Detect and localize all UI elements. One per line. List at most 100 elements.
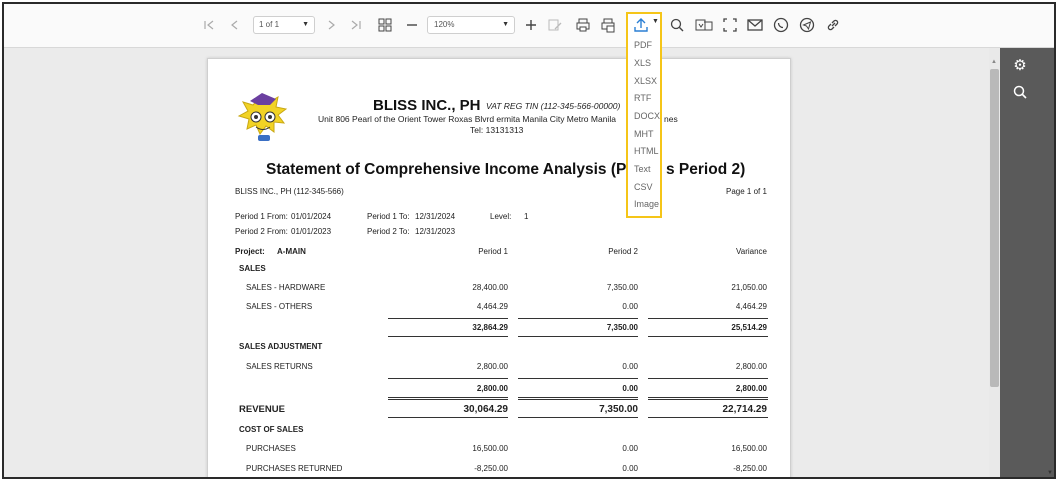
page-label: Page 1 of 1	[726, 187, 767, 196]
period2-from: 01/01/2023	[291, 227, 332, 236]
divider	[648, 417, 768, 418]
menu-item-xls[interactable]: XLS	[634, 58, 651, 68]
row-variance: 4,464.29	[735, 302, 767, 311]
double-divider	[648, 397, 768, 400]
company-tel: Tel: 13131313	[470, 125, 524, 135]
row-variance: 16,500.00	[731, 444, 767, 453]
section-cost-of-sales: COST OF SALES	[239, 425, 304, 434]
subtotal-period2: 0.00	[622, 384, 638, 393]
zoom-select-value: 120%	[434, 20, 455, 29]
section-sales: SALES	[239, 264, 266, 273]
last-page-icon[interactable]	[348, 14, 364, 36]
chevron-down-icon: ▼	[652, 18, 659, 25]
col-header-variance: Variance	[736, 247, 767, 256]
zoom-out-icon[interactable]	[403, 14, 421, 36]
menu-item-pdf[interactable]: PDF	[634, 40, 652, 50]
row-period2: 0.00	[622, 362, 638, 371]
period1-to: 12/31/2024	[415, 212, 456, 221]
row-period1: 2,800.00	[476, 362, 508, 371]
menu-item-rtf[interactable]: RTF	[634, 93, 651, 103]
divider	[518, 417, 638, 418]
search-icon[interactable]	[668, 14, 686, 36]
print-page-icon[interactable]	[599, 14, 617, 36]
side-panel: ⚙	[1000, 48, 1054, 477]
period1-from-label: Period 1 From:	[235, 212, 288, 221]
divider	[518, 336, 638, 337]
company-address: Unit 806 Pearl of the Orient Tower Roxas…	[318, 114, 616, 124]
report-viewer: 1 of 1 ▼ 120% ▼ ▼ PDF XLS XLSX RTF DOCX …	[2, 2, 1056, 479]
vat-reg-tin: VAT REG TIN (112-345-566-00000)	[486, 101, 621, 111]
multipage-icon[interactable]	[376, 14, 394, 36]
menu-item-image[interactable]: Image	[634, 199, 659, 209]
divider	[648, 318, 768, 319]
next-page-icon[interactable]	[324, 14, 338, 36]
chevron-down-icon: ▼	[502, 21, 509, 28]
company-address-tail: nes	[664, 114, 678, 124]
divider	[388, 318, 508, 319]
revenue-variance: 22,714.29	[722, 404, 768, 415]
scroll-down-icon[interactable]: ▼	[1047, 470, 1053, 476]
first-page-icon[interactable]	[202, 14, 216, 36]
telegram-icon[interactable]	[798, 14, 816, 36]
scroll-up-icon[interactable]: ▲	[991, 59, 997, 65]
row-label: SALES - HARDWARE	[246, 283, 326, 292]
search-icon[interactable]	[1010, 84, 1030, 104]
row-period1: 28,400.00	[472, 283, 508, 292]
print-icon[interactable]	[574, 14, 592, 36]
edit-icon[interactable]	[546, 14, 564, 36]
subtotal-variance: 25,514.29	[731, 323, 767, 332]
row-variance: -8,250.00	[733, 464, 767, 473]
col-header-period2: Period 2	[608, 247, 638, 256]
export-button[interactable]: ▼	[626, 12, 662, 36]
period2-from-label: Period 2 From:	[235, 227, 288, 236]
menu-item-csv[interactable]: CSV	[634, 182, 653, 192]
period2-to-label: Period 2 To:	[367, 227, 410, 236]
menu-item-text[interactable]: Text	[634, 164, 651, 174]
period1-to-label: Period 1 To:	[367, 212, 410, 221]
row-period2: 0.00	[622, 444, 638, 453]
page-select[interactable]: 1 of 1 ▼	[253, 16, 315, 34]
menu-item-xlsx[interactable]: XLSX	[634, 76, 657, 86]
mail-icon[interactable]	[746, 14, 764, 36]
row-period2: 0.00	[622, 302, 638, 311]
link-icon[interactable]	[824, 14, 842, 36]
period1-from: 01/01/2024	[291, 212, 332, 221]
menu-item-html[interactable]: HTML	[634, 146, 659, 156]
report-page: BLISS INC., PH VAT REG TIN (112-345-566-…	[207, 58, 791, 477]
menu-item-docx[interactable]: DOCX	[634, 111, 660, 121]
export-format-menu: PDF XLS XLSX RTF DOCX MHT HTML Text CSV …	[626, 34, 662, 218]
divider	[648, 378, 768, 379]
revenue-label: REVENUE	[239, 404, 285, 415]
subtotal-period1: 32,864.29	[472, 323, 508, 332]
row-period2: 7,350.00	[606, 283, 638, 292]
row-period1: 4,464.29	[476, 302, 508, 311]
page-select-value: 1 of 1	[259, 20, 280, 29]
zoom-select[interactable]: 120% ▼	[427, 16, 515, 34]
upload-icon	[634, 18, 648, 32]
menu-item-mht[interactable]: MHT	[634, 129, 654, 139]
zoom-in-icon[interactable]	[522, 14, 540, 36]
gear-icon[interactable]: ⚙	[1010, 56, 1030, 76]
report-title: Statement of Comprehensive Income Analys…	[266, 161, 655, 178]
row-variance: 2,800.00	[735, 362, 767, 371]
level-value: 1	[524, 212, 529, 221]
subtotal-period2: 7,350.00	[606, 323, 638, 332]
revenue-period1: 30,064.29	[463, 404, 509, 415]
scrollbar-thumb[interactable]	[990, 69, 999, 387]
divider	[388, 336, 508, 337]
fullscreen-icon[interactable]	[721, 14, 739, 36]
row-label: SALES RETURNS	[246, 362, 313, 371]
company-line: BLISS INC., PH (112-345-566)	[235, 187, 344, 196]
whatsapp-icon[interactable]	[772, 14, 790, 36]
mascot-logo	[237, 93, 288, 141]
period2-to: 12/31/2023	[415, 227, 456, 236]
previous-page-icon[interactable]	[228, 14, 242, 36]
subtotal-period1: 2,800.00	[476, 384, 508, 393]
project-label: Project:	[235, 247, 265, 256]
row-label: PURCHASES RETURNED	[246, 464, 343, 473]
project-value: A-MAIN	[277, 247, 306, 256]
row-variance: 21,050.00	[731, 283, 767, 292]
export-to-doc-icon[interactable]	[694, 14, 714, 36]
divider	[388, 417, 508, 418]
divider	[648, 336, 768, 337]
